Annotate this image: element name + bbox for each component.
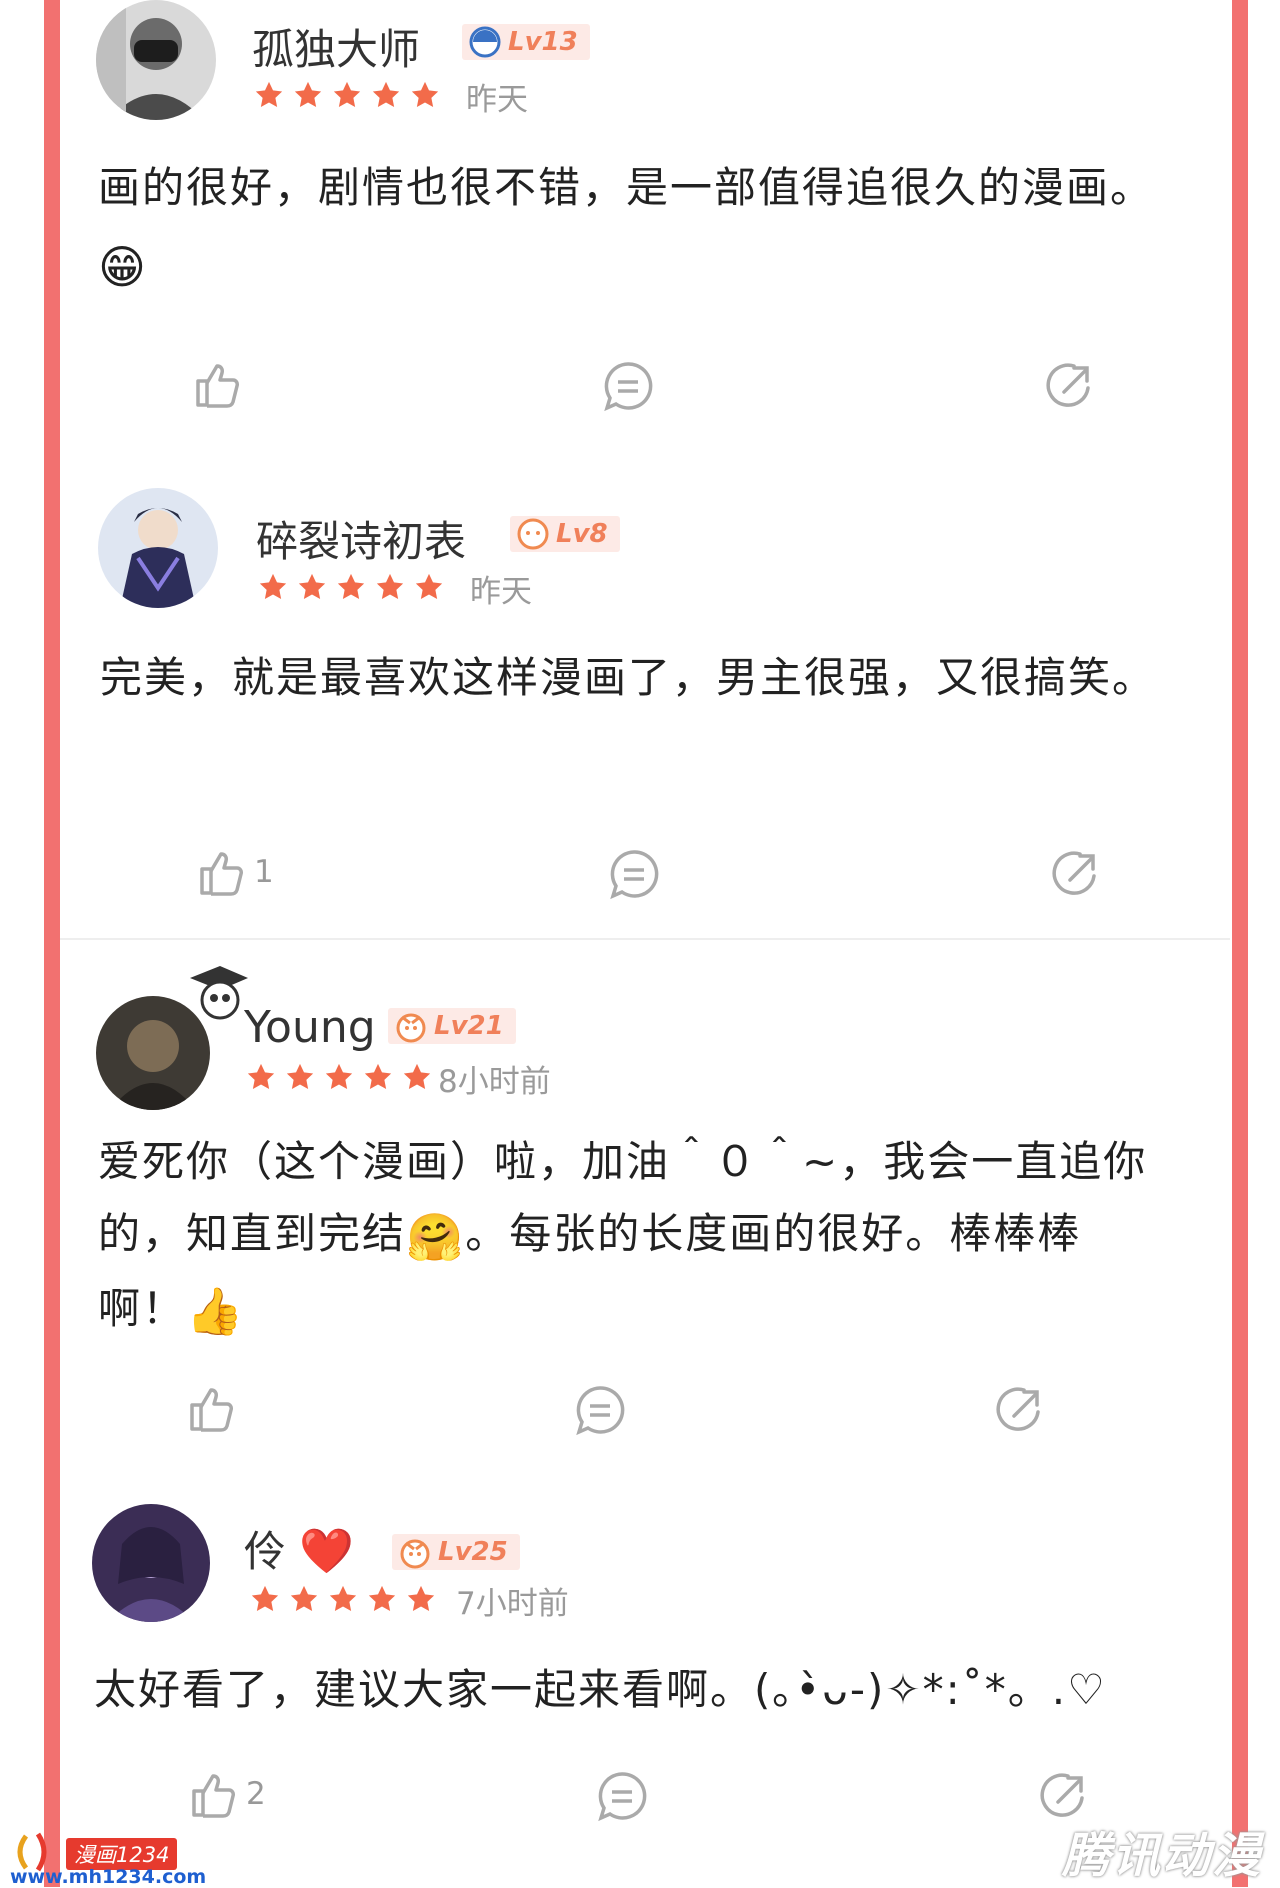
rating-stars [246, 1062, 432, 1092]
action-bar [60, 1380, 1230, 1444]
star-icon [286, 1063, 314, 1089]
level-icon [517, 518, 549, 550]
comment-item: Young Lv21 8小时前 爱死你（这个漫画）啦，加油＾０＾~，我会一直追你… [60, 962, 1230, 1482]
star-icon [290, 1585, 318, 1611]
share-arrow-icon [996, 1387, 1040, 1431]
thumbs-up-icon [190, 1388, 233, 1432]
star-icon [255, 81, 283, 107]
comment-item: 孤独大师 Lv13 昨天 画的很好，剧情也很不错，是一部值得追很久的漫画。 😁 [60, 0, 1230, 460]
comment-text: 完美，就是最喜欢这样漫画了，男主很强，又很搞笑。 [100, 640, 1160, 716]
thumbs-up-icon [196, 364, 239, 408]
star-icon [294, 81, 322, 107]
like-count: 2 [246, 1776, 266, 1812]
star-icon [337, 573, 365, 599]
red-heart-icon: ❤️ [299, 1526, 355, 1577]
star-icon [259, 573, 287, 599]
level-badge: Lv8 [510, 516, 620, 552]
action-bar: 1 [60, 844, 1230, 908]
comment-text-body: 太好看了，建议大家一起来看啊。(｡•̀ᴗ-)✧*:˚*。.♡ [94, 1665, 1107, 1714]
reply-button[interactable] [572, 1382, 628, 1438]
comment-text: 太好看了，建议大家一起来看啊。(｡•̀ᴗ-)✧*:˚*。.♡ [94, 1652, 1194, 1728]
star-icon [325, 1063, 353, 1089]
comment-bubble-icon [604, 362, 653, 412]
rating-stars [254, 80, 440, 110]
like-button[interactable] [190, 356, 250, 412]
section-divider [60, 938, 1230, 940]
star-icon [247, 1063, 275, 1089]
star-icon [329, 1585, 357, 1611]
like-button[interactable]: 1 [194, 844, 274, 900]
thumbs-up-icon [192, 1774, 235, 1818]
level-icon [400, 1539, 430, 1569]
share-button[interactable] [1048, 846, 1104, 902]
star-icon [407, 1585, 435, 1611]
share-button[interactable] [992, 1382, 1048, 1438]
grinning-emoji-icon: 😁 [98, 239, 148, 294]
level-icon [469, 26, 501, 58]
comment-item: 伶 ❤️ Lv25 7小时前 太好看了，建议大家一起来看啊。(｡•̀ᴗ-)✧*:… [60, 1504, 1230, 1844]
star-icon [403, 1063, 431, 1089]
timestamp: 8小时前 [438, 1064, 551, 1100]
level-label: Lv25 [438, 1537, 508, 1567]
thumbs-up-icon [200, 852, 243, 896]
level-badge: Lv13 [462, 24, 590, 60]
share-arrow-icon [1046, 363, 1090, 407]
comment-item: 碎裂诗初表 Lv8 昨天 完美，就是最喜欢这样漫画了，男主很强，又很搞笑。 1 [60, 488, 1230, 948]
watermark-url: www.mh1234.com [10, 1866, 207, 1888]
avatar[interactable] [92, 1504, 210, 1622]
share-button[interactable] [1042, 358, 1098, 414]
action-bar: 2 [60, 1766, 1230, 1830]
left-red-border [44, 0, 60, 1887]
comment-bubble-icon [576, 1386, 625, 1436]
comment-bubble-icon [598, 1772, 647, 1822]
reply-button[interactable] [600, 358, 656, 414]
star-icon [376, 573, 404, 599]
username[interactable]: 伶 ❤️ [244, 1518, 354, 1579]
rating-stars [258, 572, 444, 602]
username[interactable]: 碎裂诗初表 [256, 508, 466, 569]
comment-text: 画的很好，剧情也很不错，是一部值得追很久的漫画。 😁 [98, 150, 1158, 305]
rating-stars [250, 1584, 436, 1614]
level-badge: Lv21 [388, 1008, 516, 1044]
hugging-face-emoji-icon: 🤗 [406, 1209, 466, 1264]
reply-button[interactable] [594, 1768, 650, 1824]
username[interactable]: 孤独大师 [252, 16, 420, 77]
reply-button[interactable] [606, 846, 662, 902]
star-icon [411, 81, 439, 107]
star-icon [364, 1063, 392, 1089]
like-button[interactable] [184, 1380, 244, 1436]
share-arrow-icon [1052, 851, 1096, 895]
star-icon [372, 81, 400, 107]
level-label: Lv13 [508, 27, 578, 57]
timestamp: 昨天 [470, 574, 532, 610]
star-icon [368, 1585, 396, 1611]
comment-bubble-icon [610, 850, 659, 900]
star-icon [251, 1585, 279, 1611]
like-count: 1 [254, 854, 274, 890]
level-badge: Lv25 [392, 1534, 520, 1570]
star-icon [333, 81, 361, 107]
thumbs-up-emoji-icon: 👍 [186, 1284, 246, 1338]
timestamp: 昨天 [466, 82, 528, 118]
comment-text-body: 完美，就是最喜欢这样漫画了，男主很强，又很搞笑。 [100, 653, 1157, 702]
comment-text: 爱死你（这个漫画）啦，加油＾０＾~，我会一直追你的，知直到完结🤗。每张的长度画的… [98, 1126, 1158, 1347]
like-button[interactable]: 2 [186, 1766, 266, 1822]
graduation-owl-icon [190, 966, 248, 1020]
right-red-border [1232, 0, 1248, 1887]
avatar[interactable] [96, 0, 216, 120]
comment-text-body: 画的很好，剧情也很不错，是一部值得追很久的漫画。 [98, 163, 1155, 212]
watermark-tencent: 腾讯动漫 [1062, 1828, 1263, 1884]
star-icon [298, 573, 326, 599]
avatar[interactable] [98, 488, 218, 608]
action-bar [60, 356, 1230, 420]
star-icon [415, 573, 443, 599]
username-text: 伶 [244, 1527, 287, 1576]
level-icon [396, 1013, 426, 1043]
level-label: Lv21 [434, 1011, 504, 1041]
timestamp: 7小时前 [456, 1586, 569, 1622]
level-label: Lv8 [556, 519, 608, 549]
username[interactable]: Young [244, 1002, 376, 1053]
